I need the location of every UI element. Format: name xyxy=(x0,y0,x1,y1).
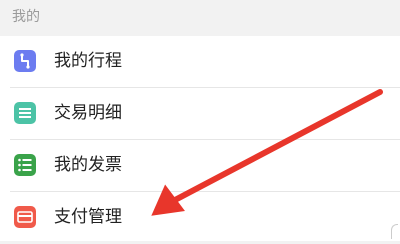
menu-item-trips[interactable]: 我的行程 xyxy=(0,36,400,88)
card-icon xyxy=(14,206,36,228)
section-title: 我的 xyxy=(12,9,40,25)
menu-item-label: 我的发票 xyxy=(54,155,122,175)
menu-item-label: 交易明细 xyxy=(54,103,122,123)
invoice-icon xyxy=(14,154,36,176)
menu-item-label: 支付管理 xyxy=(54,207,122,227)
route-icon xyxy=(14,50,36,72)
menu-item-invoices[interactable]: 我的发票 xyxy=(0,140,400,192)
section-header: 我的 xyxy=(0,0,400,34)
scroll-edge-mark xyxy=(391,224,398,239)
menu-item-transactions[interactable]: 交易明细 xyxy=(0,88,400,140)
menu-item-payment-management[interactable]: 支付管理 xyxy=(0,192,400,244)
menu-list: 我的行程 交易明细 我的发票 支付管理 xyxy=(0,36,400,241)
menu-item-label: 我的行程 xyxy=(54,51,122,71)
list-icon xyxy=(14,102,36,124)
